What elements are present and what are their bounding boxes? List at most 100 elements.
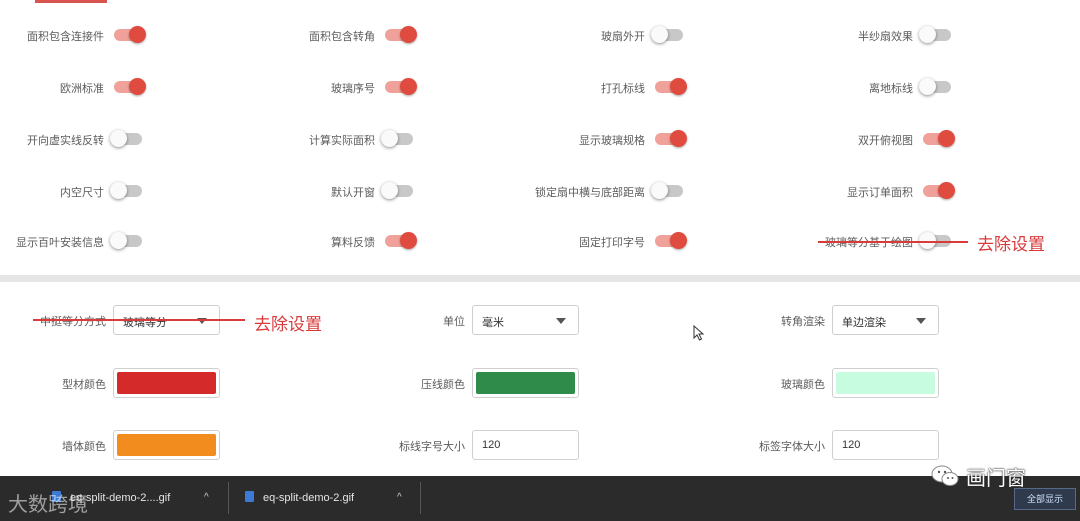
toggle-knob: [381, 130, 398, 147]
toggle-knob: [670, 130, 687, 147]
toggle-switch[interactable]: [655, 130, 687, 147]
toggle-setting: 离地标线: [711, 76, 951, 100]
toggle-knob: [919, 26, 936, 43]
toggle-switch[interactable]: [381, 182, 413, 199]
toggle-knob: [400, 26, 417, 43]
field-label: 标签字体大小: [759, 441, 825, 453]
toggle-switch[interactable]: [651, 182, 683, 199]
toggle-switch[interactable]: [385, 78, 417, 95]
settings-field: 压线颜色: [279, 368, 579, 398]
watermark-right-text: 画门窗: [966, 466, 1026, 490]
toggle-switch[interactable]: [110, 232, 142, 249]
toggle-switch[interactable]: [923, 130, 955, 147]
chevron-up-icon[interactable]: ^: [204, 492, 209, 503]
settings-field: 墙体颜色: [0, 430, 220, 460]
toggle-switch[interactable]: [381, 130, 413, 147]
toggle-switch[interactable]: [923, 182, 955, 199]
number-input[interactable]: 120: [832, 430, 939, 460]
wechat-logo-icon: [931, 465, 959, 486]
toggle-knob: [651, 182, 668, 199]
toggle-knob: [670, 78, 687, 95]
color-picker[interactable]: [472, 368, 579, 398]
toggle-knob: [400, 78, 417, 95]
toggle-switch[interactable]: [919, 26, 951, 43]
toggle-switch[interactable]: [655, 232, 687, 249]
toggle-label: 面积包含转角: [309, 31, 375, 43]
color-picker[interactable]: [832, 368, 939, 398]
toggle-label: 算料反馈: [331, 237, 375, 249]
settings-field: 标线字号大小 120: [279, 430, 579, 460]
input-value: 120: [842, 439, 861, 451]
color-picker[interactable]: [113, 368, 220, 398]
toggle-row: 面积包含连接件 面积包含转角 玻扇外开 半纱扇效果: [0, 24, 1080, 48]
toggle-switch[interactable]: [385, 26, 417, 43]
toggle-knob: [129, 78, 146, 95]
select-dropdown[interactable]: 毫米: [472, 305, 579, 335]
field-label: 中挺等分方式: [40, 316, 106, 328]
select-value: 单边渲染: [842, 317, 886, 329]
toggle-setting: 显示百叶安装信息: [0, 230, 142, 254]
toggle-label: 半纱扇效果: [858, 31, 913, 43]
toggle-knob: [919, 78, 936, 95]
toggle-switch[interactable]: [110, 182, 142, 199]
toggle-setting: 计算实际面积: [173, 128, 413, 152]
toggle-switch[interactable]: [919, 78, 951, 95]
select-value: 玻璃等分: [123, 317, 167, 329]
toggle-switch[interactable]: [655, 78, 687, 95]
toggle-setting: 玻扇外开: [443, 24, 683, 48]
input-value: 120: [482, 439, 501, 451]
toggle-knob: [651, 26, 668, 43]
toggle-setting: 锁定扇中横与底部距离: [443, 180, 683, 204]
toggle-label: 欧洲标准: [60, 83, 104, 95]
toggle-setting: 打孔标线: [443, 76, 687, 100]
settings-field: 标签字体大小 120: [639, 430, 939, 460]
show-all-button[interactable]: 全部显示: [1014, 488, 1076, 510]
field-label: 转角渲染: [781, 316, 825, 328]
toggle-setting: 面积包含转角: [173, 24, 417, 48]
caret-down-icon: [556, 318, 566, 324]
toggle-label: 显示百叶安装信息: [16, 237, 104, 249]
settings-page: 面积包含连接件 面积包含转角 玻扇外开 半纱扇效果欧洲标准 玻璃序号 打孔标线 离地标线开向…: [0, 0, 1080, 521]
toggle-knob: [381, 182, 398, 199]
download-file-name: eq-split-demo-2.gif: [263, 492, 355, 504]
caret-down-icon: [916, 318, 926, 324]
select-value: 毫米: [482, 317, 504, 329]
toggle-switch[interactable]: [651, 26, 683, 43]
toggle-label: 开向虚实线反转: [27, 135, 104, 147]
toggle-label: 默认开窗: [331, 187, 375, 199]
field-label: 型材颜色: [62, 379, 106, 391]
toggle-switch[interactable]: [114, 26, 146, 43]
toggle-knob: [110, 232, 127, 249]
toggle-setting: 半纱扇效果: [711, 24, 951, 48]
watermark-left: 大数跨境: [8, 492, 88, 516]
toggle-setting: 双开俯视图: [711, 128, 955, 152]
toggle-row: 欧洲标准 玻璃序号 打孔标线 离地标线: [0, 76, 1080, 100]
toggle-setting: 算料反馈: [173, 230, 417, 254]
toggle-setting: 开向虚实线反转: [0, 128, 142, 152]
number-input[interactable]: 120: [472, 430, 579, 460]
toggle-switch[interactable]: [385, 232, 417, 249]
toggle-label: 打孔标线: [601, 83, 645, 95]
toggle-knob: [129, 26, 146, 43]
color-picker[interactable]: [113, 430, 220, 460]
toggle-setting: 显示玻璃规格: [443, 128, 687, 152]
toggle-label: 玻扇外开: [601, 31, 645, 43]
toggle-knob: [938, 130, 955, 147]
toggle-setting: 显示订单面积: [711, 180, 955, 204]
toggle-setting: 玻璃序号: [173, 76, 417, 100]
chevron-up-icon[interactable]: ^: [397, 492, 402, 503]
toggle-label: 双开俯视图: [858, 135, 913, 147]
download-item-2[interactable]: eq-split-demo-2.gif ^: [245, 482, 415, 514]
toggle-label: 内空尺寸: [60, 187, 104, 199]
settings-field: 玻璃颜色: [639, 368, 939, 398]
toggle-switch[interactable]: [110, 130, 142, 147]
section-divider: [0, 275, 1080, 282]
toggle-setting: 内空尺寸: [0, 180, 142, 204]
toggle-label: 面积包含连接件: [27, 31, 104, 43]
field-label: 墙体颜色: [62, 441, 106, 453]
field-label: 标线字号大小: [399, 441, 465, 453]
toggle-switch[interactable]: [114, 78, 146, 95]
toggle-knob: [938, 182, 955, 199]
select-dropdown[interactable]: 单边渲染: [832, 305, 939, 335]
color-swatch: [117, 372, 216, 394]
